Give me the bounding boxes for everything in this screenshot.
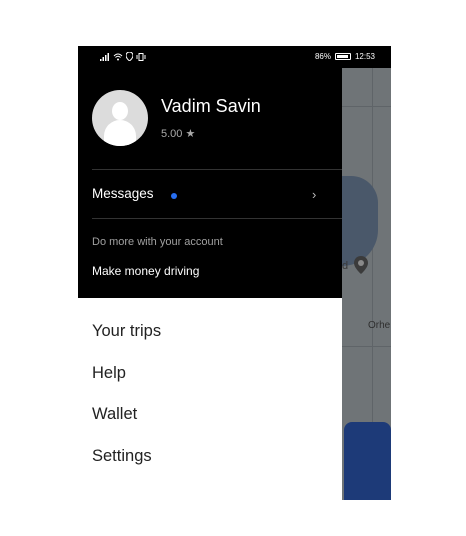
battery-percent: 86% [314, 52, 331, 61]
profile-name[interactable]: Vadim Savin [161, 96, 261, 117]
clock: 12:53 [354, 52, 375, 61]
map-bottom-panel[interactable] [344, 422, 391, 500]
chevron-right-icon: › [312, 187, 317, 202]
profile-rating: 5.00 ★ [161, 128, 196, 140]
status-bar: 86% 12:53 [78, 46, 391, 68]
make-money-driving-link[interactable]: Make money driving [92, 264, 199, 278]
phone-screen: d Orhe Vadim Savin 5.00 ★ Messages › Do … [78, 46, 391, 500]
messages-row[interactable]: Messages › [78, 170, 342, 218]
status-right: 86% 12:53 [315, 52, 375, 61]
status-icons [100, 52, 146, 61]
map-place-label: d [342, 260, 349, 272]
menu-item-help[interactable]: Help [92, 364, 126, 383]
drawer-header: Vadim Savin 5.00 ★ Messages › Do more wi… [78, 46, 342, 298]
location-icon [126, 52, 133, 61]
map-town-label: Orhe [368, 320, 391, 331]
map-road [342, 346, 391, 347]
unread-dot-icon [171, 193, 177, 199]
account-section-label: Do more with your account [92, 236, 223, 248]
wifi-icon [113, 53, 123, 60]
avatar-icon[interactable] [92, 90, 148, 146]
map-view[interactable]: d Orhe [342, 46, 391, 500]
menu-item-settings[interactable]: Settings [92, 447, 152, 466]
messages-label: Messages [92, 186, 154, 201]
menu-item-your-trips[interactable]: Your trips [92, 322, 161, 341]
vibrate-icon [136, 52, 146, 61]
side-drawer: Vadim Savin 5.00 ★ Messages › Do more wi… [78, 46, 342, 500]
battery-icon [334, 53, 351, 60]
map-pin-icon [354, 256, 368, 274]
menu-item-wallet[interactable]: Wallet [92, 405, 137, 424]
map-road [342, 106, 391, 107]
signal-icon [100, 52, 109, 61]
divider [92, 218, 342, 219]
